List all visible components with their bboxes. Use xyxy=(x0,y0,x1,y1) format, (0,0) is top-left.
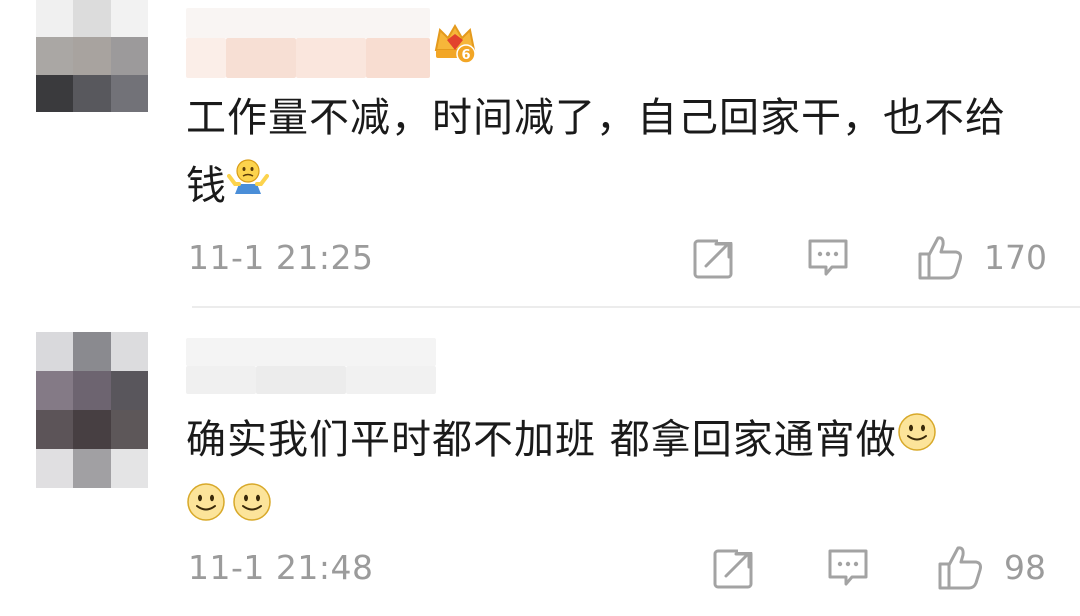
repost-button[interactable] xyxy=(692,236,736,280)
reply-button[interactable] xyxy=(826,546,870,590)
username-blurred[interactable] xyxy=(186,8,430,78)
like-button[interactable]: 98 xyxy=(936,542,1046,592)
comment-item: 确实我们平时都不加班 都拿回家通宵做 11-1 21:48 98 xyxy=(0,308,1080,616)
vip-crown-badge: 6 xyxy=(432,20,478,66)
like-count: 170 xyxy=(984,237,1047,277)
repost-button[interactable] xyxy=(712,546,756,590)
comment-time: 11-1 21:48 xyxy=(188,548,374,587)
like-button[interactable]: 170 xyxy=(916,232,1047,282)
reply-button[interactable] xyxy=(806,236,850,280)
comment-icon xyxy=(828,549,868,586)
repost-icon xyxy=(693,238,734,279)
thumbs-up-icon xyxy=(938,546,982,590)
like-count: 98 xyxy=(1004,547,1046,587)
avatar[interactable] xyxy=(36,0,148,112)
smile-emoji-icon xyxy=(186,475,226,543)
smile-emoji-icon xyxy=(897,405,937,473)
smile-emoji-icon xyxy=(232,475,272,543)
comment-text: 工作量不减，时间减了，自己回家干，也不给钱 xyxy=(186,84,1040,222)
comment-text: 确实我们平时都不加班 都拿回家通宵做 xyxy=(186,406,1040,546)
comment-time: 11-1 21:25 xyxy=(188,238,374,277)
avatar[interactable] xyxy=(36,332,148,488)
vip-level: 6 xyxy=(461,48,470,63)
thumbs-up-icon xyxy=(918,236,962,280)
username-blurred[interactable] xyxy=(186,338,436,394)
comment-icon xyxy=(808,239,848,276)
shrug-emoji-icon xyxy=(227,151,269,219)
comment-item: 6 工作量不减，时间减了，自己回家干，也不给钱 11-1 21:25 170 xyxy=(0,0,1080,308)
repost-icon xyxy=(713,548,754,589)
